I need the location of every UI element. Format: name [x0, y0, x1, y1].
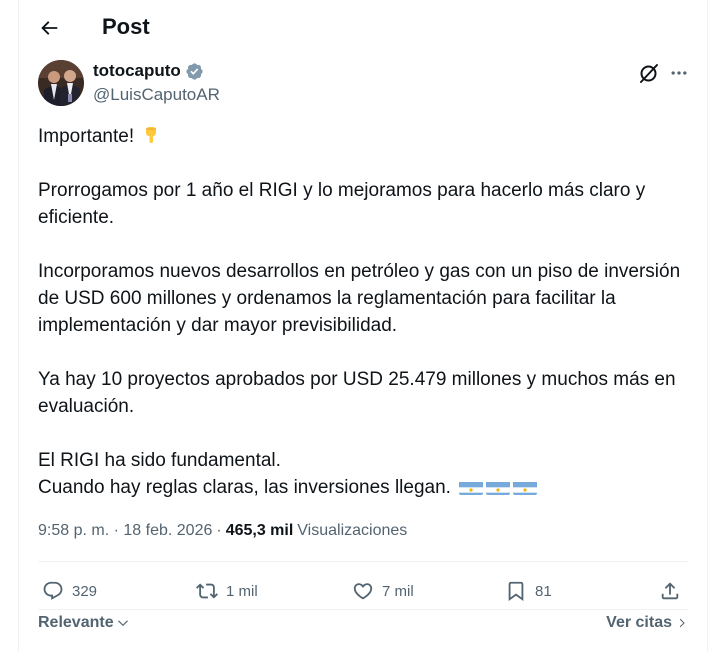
share-button[interactable]	[659, 574, 681, 608]
repost-button[interactable]: 1 mil	[196, 574, 258, 608]
tweet-paragraph: Incorporamos nuevos desarrollos en petró…	[38, 261, 681, 336]
reply-button[interactable]: 329	[42, 574, 97, 608]
argentina-flag-icon	[513, 479, 538, 495]
action-bar: 329 1 mil 7 mil 81	[38, 574, 688, 608]
pointing-down-emoji-icon	[146, 127, 157, 143]
verified-badge-icon	[186, 62, 203, 80]
view-quotes-link[interactable]: Ver citas	[606, 614, 688, 632]
like-count: 7 mil	[382, 582, 414, 600]
author-block: totocaputo @LuisCaputoAR	[93, 60, 220, 106]
heart-icon	[353, 583, 373, 600]
sort-dropdown[interactable]: Relevante	[38, 614, 130, 632]
chevron-right-icon	[679, 618, 685, 628]
argentina-flag-icon	[459, 479, 484, 495]
post-column: Post totocaputo @LuisCaputoAR Importante…	[18, 0, 708, 652]
views-label: Visualizaciones	[297, 522, 408, 539]
tweet-paragraph: Cuando hay reglas claras, las inversione…	[38, 474, 688, 501]
views-count: 465,3 mil	[225, 522, 294, 539]
reply-icon	[43, 581, 63, 600]
bookmark-icon	[508, 581, 524, 602]
meta-separator: ·	[216, 522, 222, 539]
avatar[interactable]	[38, 60, 84, 106]
repost-icon	[196, 583, 218, 599]
tweet-paragraph: El RIGI ha sido fundamental.	[38, 450, 281, 471]
tweet-paragraph: Prorrogamos por 1 año el RIGI y lo mejor…	[38, 180, 646, 228]
arrow-left-icon	[41, 21, 58, 35]
grok-icon	[640, 64, 658, 83]
more-options-button[interactable]	[667, 61, 691, 85]
tweet-paragraph: Ya hay 10 proyectos aprobados por USD 25…	[38, 369, 676, 417]
reply-count: 329	[72, 582, 98, 600]
view-quotes-label: Ver citas	[606, 614, 672, 631]
replies-sort-row: Relevante Ver citas	[38, 614, 688, 638]
sort-label: Relevante	[38, 614, 114, 631]
post-header: Post	[19, 0, 707, 54]
bookmark-button[interactable]: 81	[505, 574, 552, 608]
author-handle[interactable]: @LuisCaputoAR	[93, 84, 220, 106]
page-title: Post	[102, 14, 150, 39]
repost-count: 1 mil	[226, 582, 258, 600]
tweet-text: Importante! Prorrogamos por 1 año el RIG…	[38, 123, 688, 501]
tweet-paragraph: Importante!	[38, 123, 688, 150]
back-button[interactable]	[33, 12, 65, 44]
like-button[interactable]: 7 mil	[352, 574, 414, 608]
tweet-meta: 9:58 p. m. · 18 feb. 2026 · 465,3 mil Vi…	[38, 520, 407, 542]
bookmark-count: 81	[535, 582, 552, 600]
argentina-flag-icon	[486, 479, 511, 495]
author-display-name[interactable]: totocaputo	[93, 60, 181, 82]
more-horizontal-icon	[671, 71, 687, 75]
chevron-down-icon	[117, 620, 128, 627]
divider	[38, 561, 688, 562]
share-icon	[661, 582, 679, 600]
grok-button[interactable]	[637, 61, 661, 85]
tweet-time[interactable]: 9:58 p. m. · 18 feb. 2026	[38, 520, 212, 542]
divider	[38, 609, 688, 610]
